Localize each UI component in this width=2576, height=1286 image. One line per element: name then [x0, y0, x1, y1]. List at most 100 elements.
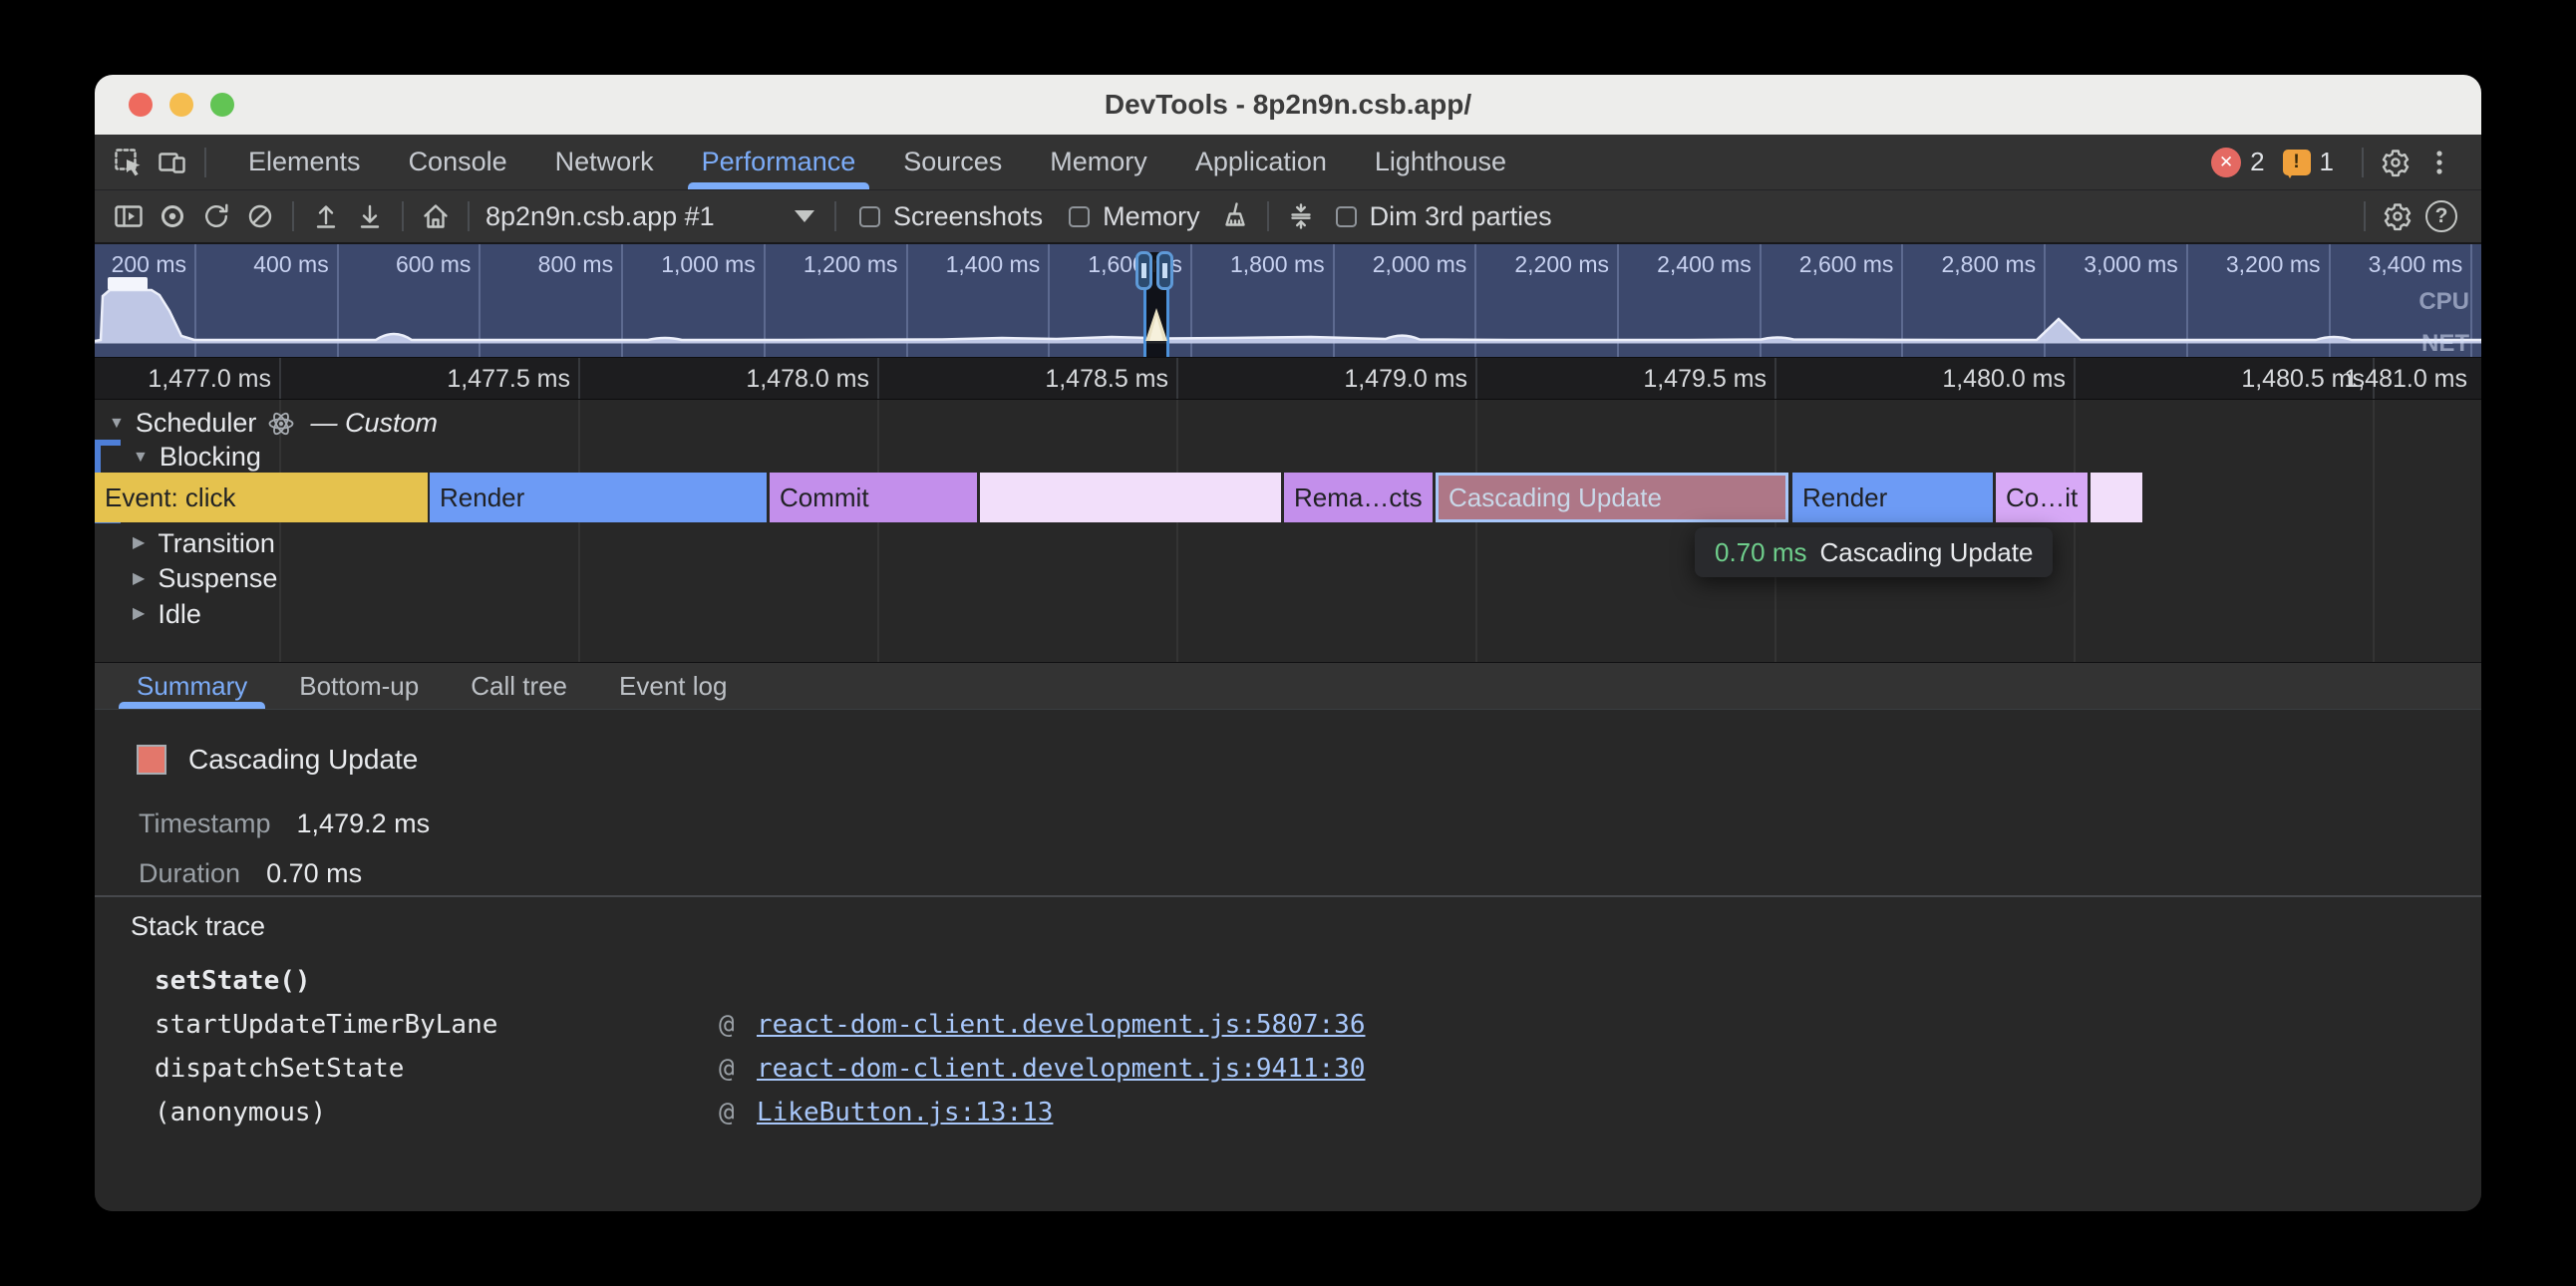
stack-frame-function: dispatchSetState — [155, 1054, 404, 1084]
capture-settings-button[interactable] — [2376, 194, 2419, 238]
flame-events-row: Event: click Render Commit Rema…ctsCascadin… — [95, 473, 2481, 522]
gear-icon — [2380, 147, 2412, 178]
target-selector-dropdown[interactable]: 8p2n9n.csb.app #1 — [485, 201, 814, 232]
track-label: Suspense — [158, 563, 277, 594]
stack-frame-link[interactable]: LikeButton.js:13:13 — [757, 1098, 1053, 1127]
screenshots-checkbox[interactable]: Screenshots — [859, 201, 1043, 232]
bottom-tab-summary[interactable]: Summary — [111, 663, 273, 709]
inspect-cursor-icon — [113, 147, 145, 178]
track-label: Transition — [158, 528, 275, 559]
at-symbol: @ — [719, 1010, 735, 1040]
error-count: 2 — [2250, 147, 2264, 177]
overview-tick-label: 2,600 ms — [1799, 251, 1894, 278]
flame-event-label: Commit — [770, 482, 869, 513]
collapse-recordings-button[interactable] — [1279, 194, 1323, 238]
inspect-element-button[interactable] — [107, 141, 151, 184]
dim-3rd-parties-label: Dim 3rd parties — [1370, 201, 1552, 232]
summary-row-timestamp: Timestamp1,479.2 ms — [139, 808, 430, 839]
summary-label: Duration — [139, 858, 240, 889]
save-profile-button[interactable] — [348, 194, 392, 238]
blocking-track-header[interactable]: Blocking — [133, 442, 261, 473]
more-options-button[interactable] — [2417, 141, 2461, 184]
minimize-window-button[interactable] — [169, 93, 193, 117]
tooltip-label: Cascading Update — [1820, 537, 2034, 568]
overview-timeline[interactable]: 200 ms400 ms600 ms800 ms1,000 ms1,200 ms… — [95, 244, 2481, 357]
overview-tick-label: 2,800 ms — [1942, 251, 2037, 278]
ruler-tick-label: 1,479.5 ms — [1643, 365, 1767, 394]
track-transition[interactable]: Transition — [133, 527, 275, 559]
overview-tick-label: 600 ms — [396, 251, 471, 278]
three-dot-menu-icon — [2423, 147, 2455, 178]
collect-garbage-button[interactable] — [1213, 194, 1257, 238]
selection-handle-left[interactable] — [1135, 251, 1152, 290]
flame-event-label: Render — [430, 482, 524, 513]
flame-event-render[interactable]: Render — [430, 473, 767, 522]
ruler-tick-label: 1,477.5 ms — [447, 365, 570, 394]
scheduler-track-header[interactable]: Scheduler — Custom — [109, 408, 438, 439]
flame-event[interactable] — [2091, 473, 2142, 522]
selection-handle-right[interactable] — [1156, 251, 1173, 290]
stack-frame-link[interactable]: react-dom-client.development.js:9411:30 — [757, 1054, 1365, 1084]
panel-left-icon — [113, 200, 145, 232]
tab-console[interactable]: Console — [385, 135, 531, 189]
memory-checkbox[interactable]: Memory — [1069, 201, 1200, 232]
overview-tick-label: 3,400 ms — [2369, 251, 2463, 278]
tab-memory[interactable]: Memory — [1026, 135, 1171, 189]
tab-elements[interactable]: Elements — [224, 135, 385, 189]
flame-tooltip: 0.70 ms Cascading Update — [1695, 527, 2053, 577]
zoom-window-button[interactable] — [210, 93, 234, 117]
flame-event-co-it[interactable]: Co…it — [1996, 473, 2088, 522]
flame-event-rema-cts[interactable]: Rema…cts — [1284, 473, 1433, 522]
tab-performance[interactable]: Performance — [678, 135, 880, 189]
track-label: Idle — [158, 599, 201, 630]
stack-frame-link[interactable]: react-dom-client.development.js:5807:36 — [757, 1010, 1365, 1040]
flame-event-label: Event: click — [95, 482, 236, 513]
flame-event-commit[interactable]: Commit — [770, 473, 977, 522]
broom-icon — [1219, 200, 1251, 232]
ruler-tick-label: 1,481.0 ms — [2344, 365, 2467, 394]
live-metrics-button[interactable] — [414, 194, 458, 238]
ruler-tick-label: 1,477.0 ms — [148, 365, 271, 394]
device-toolbar-button[interactable] — [151, 141, 194, 184]
overview-tick-label: 2,000 ms — [1373, 251, 1467, 278]
screenshots-label: Screenshots — [893, 201, 1043, 232]
overview-tick-label: 1,200 ms — [804, 251, 898, 278]
overview-tick-label: 1,400 ms — [946, 251, 1041, 278]
record-button[interactable] — [151, 194, 194, 238]
stack-frame-function: startUpdateTimerByLane — [155, 1010, 497, 1040]
record-and-reload-button[interactable] — [194, 194, 238, 238]
track-label: Scheduler — [136, 408, 257, 439]
separator — [1267, 201, 1269, 231]
error-icon — [2211, 148, 2241, 177]
track-idle[interactable]: Idle — [133, 598, 201, 630]
flame-event-render[interactable]: Render — [1792, 473, 1993, 522]
settings-button[interactable] — [2374, 141, 2417, 184]
bottom-tab-call-tree[interactable]: Call tree — [445, 663, 593, 709]
warning-badge[interactable]: 1 — [2283, 147, 2334, 177]
tab-application[interactable]: Application — [1171, 135, 1351, 189]
overview-tick-label: 3,000 ms — [2084, 251, 2178, 278]
checkbox-icon — [1069, 206, 1090, 227]
close-window-button[interactable] — [129, 93, 153, 117]
load-profile-button[interactable] — [304, 194, 348, 238]
flame-event[interactable] — [980, 473, 1281, 522]
collapse-icon — [1285, 200, 1317, 232]
overview-tick-label: 800 ms — [538, 251, 613, 278]
tab-network[interactable]: Network — [531, 135, 678, 189]
toggle-sidebar-button[interactable] — [107, 194, 151, 238]
flame-event-event-click[interactable]: Event: click — [95, 473, 428, 522]
bottom-tab-bottom-up[interactable]: Bottom-up — [273, 663, 445, 709]
event-color-swatch — [137, 745, 166, 775]
flame-chart[interactable]: Scheduler — Custom Blocking Event: click… — [95, 399, 2481, 662]
flame-event-cascading-update[interactable]: Cascading Update — [1436, 473, 1788, 522]
tab-sources[interactable]: Sources — [879, 135, 1026, 189]
dim-3rd-parties-checkbox[interactable]: Dim 3rd parties — [1336, 201, 1552, 232]
detail-tabbar: SummaryBottom-upCall treeEvent log — [95, 662, 2481, 710]
clear-recording-button[interactable] — [238, 194, 282, 238]
error-badge[interactable]: 2 — [2211, 147, 2264, 177]
track-suspense[interactable]: Suspense — [133, 563, 277, 595]
tab-lighthouse[interactable]: Lighthouse — [1351, 135, 1530, 189]
target-selector-value: 8p2n9n.csb.app #1 — [485, 201, 715, 232]
bottom-tab-event-log[interactable]: Event log — [593, 663, 753, 709]
help-button[interactable] — [2419, 194, 2463, 238]
